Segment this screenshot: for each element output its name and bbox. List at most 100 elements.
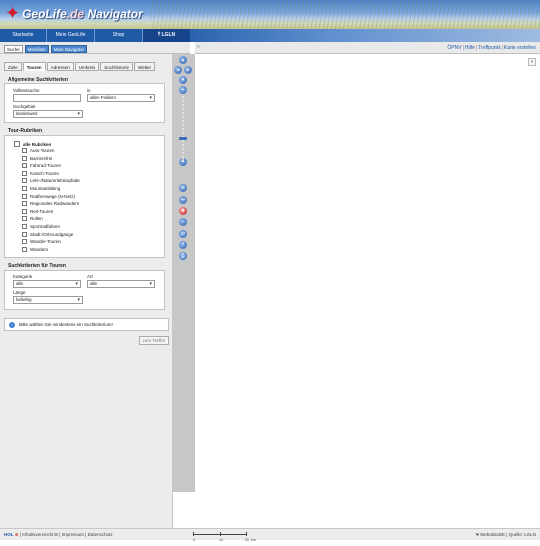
- help-icon[interactable]: ?: [179, 241, 187, 249]
- fulltext-input[interactable]: [13, 94, 81, 102]
- subtab-wetter[interactable]: Wetter: [133, 62, 156, 71]
- checkbox[interactable]: [22, 186, 27, 191]
- checkbox[interactable]: [22, 148, 27, 153]
- rubric-item[interactable]: Rollen: [22, 216, 43, 222]
- footer-left: HOL ⊕ | Inhaltsverzeichnis | Impressum |…: [4, 532, 113, 537]
- checkbox[interactable]: [22, 224, 27, 229]
- rubric-item[interactable]: Fahrrad-Touren: [22, 163, 62, 169]
- rubric-item[interactable]: Kutsch-Touren: [22, 170, 59, 176]
- collapse-panel-icon[interactable]: «: [197, 44, 200, 50]
- checkbox[interactable]: [22, 201, 27, 207]
- search-subtabs: Ziele Touren Adressen Umkreis Suchhistor…: [4, 62, 156, 71]
- subtab-ziele[interactable]: Ziele: [4, 62, 22, 71]
- link-inhaltsverzeichnis[interactable]: Inhaltsverzeichnis: [22, 532, 58, 537]
- general-criteria-box: Volltextsuche in allen Feldern Suchgebie…: [4, 83, 165, 123]
- rubric-item[interactable]: Wander-Touren: [22, 239, 61, 245]
- category-label: Kategorie: [13, 274, 33, 279]
- rubric-item[interactable]: Wandern: [22, 246, 48, 252]
- link-impressum[interactable]: Impressum: [62, 532, 84, 537]
- map-panel-toggle-icon[interactable]: «: [528, 58, 536, 66]
- zoom-slider-rail[interactable]: [182, 96, 184, 162]
- pan-down-icon[interactable]: ▾: [179, 76, 187, 84]
- rubric-item[interactable]: Sportradfahren: [22, 224, 60, 229]
- info-icon: i: [9, 322, 15, 328]
- rubric-label: Fahrrad-Touren: [30, 163, 62, 169]
- layers-icon[interactable]: ≡: [179, 184, 187, 192]
- map-toolbar: ▴ ◂ ▸ ▾ + − ≡ ↔ ✚ − ⇄ ? ⎙: [173, 54, 195, 492]
- rubric-item[interactable]: Auto-Touren: [22, 148, 55, 153]
- hits-button[interactable]: zum Treffer: [139, 336, 169, 345]
- in-select[interactable]: allen Feldern: [87, 94, 155, 102]
- rubric-item[interactable]: Stadt-/Ortsrundgänge: [22, 231, 73, 237]
- checkbox[interactable]: [22, 178, 27, 184]
- pan-up-icon[interactable]: ▴: [179, 56, 187, 64]
- nav-mein-geolife[interactable]: Mein GeoLife: [47, 29, 95, 42]
- checkbox[interactable]: [22, 155, 27, 161]
- rubric-item[interactable]: Reit-Touren: [22, 208, 53, 214]
- banner-background: [150, 0, 540, 29]
- subtab-touren[interactable]: Touren: [22, 62, 46, 71]
- checkbox[interactable]: [22, 208, 27, 214]
- pan-left-icon[interactable]: ◂: [174, 66, 182, 74]
- link-treffpunkt[interactable]: Treffpunkt: [478, 45, 500, 51]
- length-select[interactable]: beliebig: [13, 296, 83, 304]
- map-links: ÖPNV|Hilfe|Treffpunkt|Karte erstellen: [447, 45, 536, 51]
- rubric-item[interactable]: Barrierefrei: [22, 155, 53, 161]
- subtab-adressen[interactable]: Adressen: [46, 62, 74, 71]
- rubric-label: Rollen: [30, 216, 43, 222]
- zoom-slider-handle[interactable]: [179, 137, 187, 140]
- subtab-suchhistorie[interactable]: Suchhistorie: [100, 62, 133, 71]
- rubric-label: alle Rubriken: [23, 141, 52, 147]
- checkbox[interactable]: [22, 246, 27, 252]
- rubric-item[interactable]: Radfernwege (N-Netz): [22, 193, 76, 199]
- pan-right-icon[interactable]: ▸: [184, 66, 192, 74]
- type-select[interactable]: alle: [87, 280, 155, 288]
- checkbox[interactable]: [22, 231, 27, 237]
- rubrics-title: Tour-Rubriken: [8, 128, 43, 134]
- route-icon[interactable]: ⇄: [179, 230, 187, 238]
- checkbox[interactable]: [14, 141, 20, 147]
- rubric-all[interactable]: alle Rubriken: [14, 141, 51, 147]
- link-datenschutz[interactable]: Datenschutz: [88, 532, 113, 537]
- checkbox[interactable]: [22, 239, 27, 245]
- area-select[interactable]: landesweit: [13, 110, 83, 118]
- rubric-label: Mountainbiking: [30, 186, 61, 191]
- zoom-in-icon[interactable]: +: [179, 86, 187, 94]
- rubric-item[interactable]: Mountainbiking: [22, 186, 60, 191]
- link-hilfe[interactable]: Hilfe: [465, 45, 475, 51]
- tab-merkliste[interactable]: Merkliste: [24, 45, 49, 53]
- link-karte-erstellen[interactable]: Karte erstellen: [504, 45, 536, 51]
- scale-label: 20: [245, 538, 249, 542]
- fulltext-label: Volltextsuche: [13, 88, 40, 93]
- lifebuoy-icon[interactable]: ✚: [179, 207, 187, 215]
- lgln-logo[interactable]: ⤒ LGLN: [143, 29, 190, 42]
- subtab-umkreis[interactable]: Umkreis: [74, 62, 100, 71]
- map-canvas[interactable]: «: [195, 54, 540, 528]
- mode-tabs: Suche Merkliste Mein Navigator: [0, 42, 190, 54]
- checkbox[interactable]: [22, 163, 27, 169]
- tab-mein-navigator[interactable]: Mein Navigator: [50, 45, 88, 53]
- rubric-item[interactable]: Lehr-/Naturerlebnispfade: [22, 178, 80, 184]
- measure-icon[interactable]: ↔: [179, 196, 187, 204]
- rubric-item[interactable]: Regionales Radwandern: [22, 201, 79, 207]
- link-oepnv[interactable]: ÖPNV: [447, 45, 461, 51]
- map-link-bar: « ÖPNV|Hilfe|Treffpunkt|Karte erstellen: [195, 42, 540, 54]
- rubric-label: Radfernwege (N-Netz): [30, 193, 76, 199]
- checkbox[interactable]: [22, 216, 27, 222]
- nav-startseite[interactable]: Startseite: [0, 29, 47, 42]
- top-navigation: Startseite Mein GeoLife Shop ⤒ LGLN: [0, 29, 190, 42]
- rubric-label: Sportradfahren: [30, 224, 61, 229]
- geolife-logo[interactable]: ✦ GeoLife.de Navigator: [5, 5, 143, 23]
- category-select[interactable]: alle: [13, 280, 81, 288]
- print-icon[interactable]: ⎙: [179, 252, 187, 260]
- footer-credit: ☚ WebatlasDE | Quelle: LGLN: [475, 529, 536, 540]
- checkbox[interactable]: [22, 193, 27, 199]
- minus-icon[interactable]: −: [179, 218, 187, 226]
- hol-logo[interactable]: HOL: [4, 532, 14, 537]
- brand-title: GeoLife.de Navigator: [22, 7, 143, 21]
- nav-shop[interactable]: Shop: [95, 29, 143, 42]
- header-strip: [190, 29, 540, 42]
- rubric-label: Barrierefrei: [30, 155, 53, 161]
- checkbox[interactable]: [22, 170, 27, 176]
- tab-suche[interactable]: Suche: [4, 45, 23, 53]
